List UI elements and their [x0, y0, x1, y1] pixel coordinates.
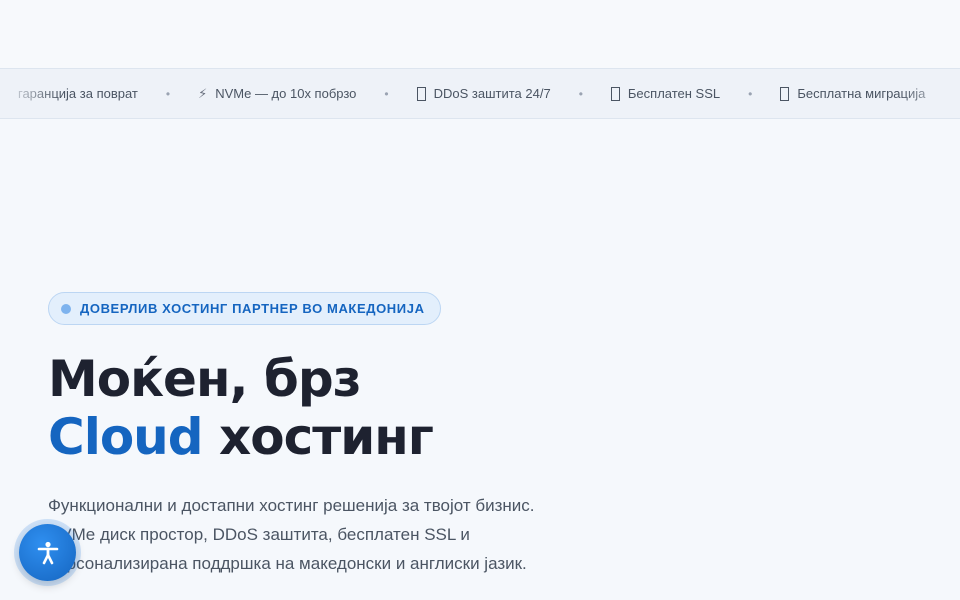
hero-description: Функционални и достапни хостинг решенија…: [48, 496, 535, 573]
accessibility-button[interactable]: [19, 524, 76, 581]
feature-ticker: гаранција за поврат • ⚡ NVMe — до 10x по…: [0, 68, 960, 119]
shield-icon: [416, 86, 426, 101]
status-dot-icon: [61, 303, 71, 314]
ticker-item-label: Бесплатна миграција: [797, 86, 926, 101]
ticker-item-label: Бесплатен SSL: [627, 86, 721, 101]
top-navigation-bar: [0, 0, 960, 68]
ticker-item-label: NVMe — до 10x побрзо: [215, 86, 357, 101]
ticker-item-label: гаранција за поврат: [18, 86, 138, 101]
ticker-item-nvme: ⚡ NVMe — до 10x побрзо: [170, 86, 384, 102]
hero-title: Моќен, брз Cloud хостинг: [48, 350, 434, 466]
hero-badge-text: ДОВЕРЛИВ ХОСТИНГ ПАРТНЕР ВО МАКЕДОНИЈА: [80, 301, 425, 316]
hero-title-line1: Моќен, брз: [48, 350, 362, 408]
ticker-item-ddos: DDoS заштита 24/7: [389, 86, 579, 101]
hero-badge: ДОВЕРЛИВ ХОСТИНГ ПАРТНЕР ВО МАКЕДОНИЈА: [48, 292, 441, 325]
ticker-item-money-back: гаранција за поврат: [0, 86, 166, 101]
hero-title-rest: хостинг: [202, 408, 434, 466]
lock-icon: [610, 86, 620, 101]
ticker-track: гаранција за поврат • ⚡ NVMe — до 10x по…: [0, 69, 953, 118]
ticker-item-migration: Бесплатна миграција: [752, 86, 953, 101]
bolt-icon: ⚡: [198, 85, 208, 101]
accessibility-icon: [37, 541, 58, 564]
ticker-item-label: DDoS заштита 24/7: [433, 86, 551, 101]
hero-title-accent: Cloud: [48, 408, 204, 466]
migration-icon: [780, 86, 790, 101]
ticker-item-ssl: Бесплатен SSL: [583, 86, 748, 101]
